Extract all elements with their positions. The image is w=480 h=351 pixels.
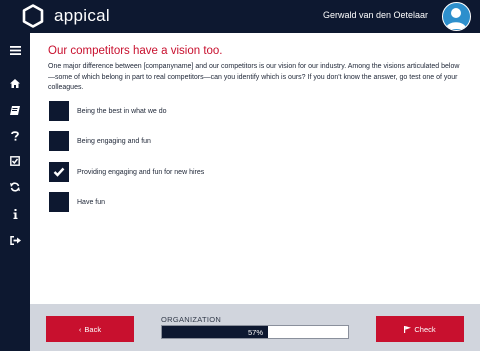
answer-checkbox[interactable] [49, 192, 69, 212]
checkmark-icon [53, 167, 65, 177]
sidebar-item-help[interactable] [0, 123, 30, 149]
question-title: Our competitors have a vision too. [48, 45, 223, 57]
sidebar [0, 33, 30, 351]
avatar[interactable] [442, 2, 471, 31]
answer-label: Being engaging and fun [77, 137, 151, 145]
sidebar-item-menu[interactable] [0, 37, 30, 63]
brand-name: appical [54, 6, 110, 25]
answer-checkbox[interactable] [49, 101, 69, 121]
sidebar-item-logout[interactable] [0, 227, 30, 253]
top-bar: appical Gerwald van den Oetelaar [0, 0, 480, 33]
answer-label: Have fun [77, 198, 106, 206]
answer-label: Being the best in what we do [77, 107, 167, 115]
answer-label: Providing engaging and fun for new hires [77, 168, 205, 176]
sidebar-item-info[interactable] [0, 201, 30, 227]
sidebar-item-book[interactable] [0, 97, 30, 123]
info-icon [13, 209, 17, 219]
back-button-label: Back [84, 324, 102, 334]
menu-icon [9, 45, 21, 55]
help-icon [11, 131, 19, 141]
progress-percent: 57% [248, 328, 264, 337]
answer-checkbox[interactable] [49, 131, 69, 151]
refresh-icon [10, 182, 20, 192]
check-button[interactable]: Check [376, 316, 464, 342]
answer-checkbox-checked[interactable] [49, 162, 69, 182]
back-button[interactable]: ‹ Back [46, 316, 134, 342]
footer-bar: ‹ Back ORGANIZATION 57% Check [30, 304, 480, 351]
home-icon [10, 78, 20, 88]
progress-bar: 57% [161, 325, 349, 339]
logout-icon [9, 235, 21, 245]
answer-option[interactable]: Have fun [49, 192, 105, 212]
question-panel: Our competitors have a vision too. One m… [30, 33, 480, 304]
user-name[interactable]: Gerwald van den Oetelaar [323, 10, 428, 20]
sidebar-item-checklist[interactable] [0, 148, 30, 174]
chevron-left-icon: ‹ [78, 324, 82, 334]
checklist-icon [10, 156, 20, 166]
flag-icon [404, 325, 412, 333]
sidebar-item-refresh[interactable] [0, 174, 30, 200]
user-avatar-icon [446, 8, 466, 29]
answer-option[interactable]: Being engaging and fun [49, 131, 151, 151]
book-icon [10, 105, 20, 115]
answer-option[interactable]: Providing engaging and fun for new hires [49, 162, 204, 182]
check-button-label: Check [414, 324, 436, 334]
progress-label: ORGANIZATION [161, 315, 222, 324]
question-text: One major difference between [companynam… [48, 63, 460, 91]
answer-option[interactable]: Being the best in what we do [49, 101, 167, 121]
sidebar-item-home[interactable] [0, 70, 30, 96]
appical-logo-icon [22, 4, 44, 28]
